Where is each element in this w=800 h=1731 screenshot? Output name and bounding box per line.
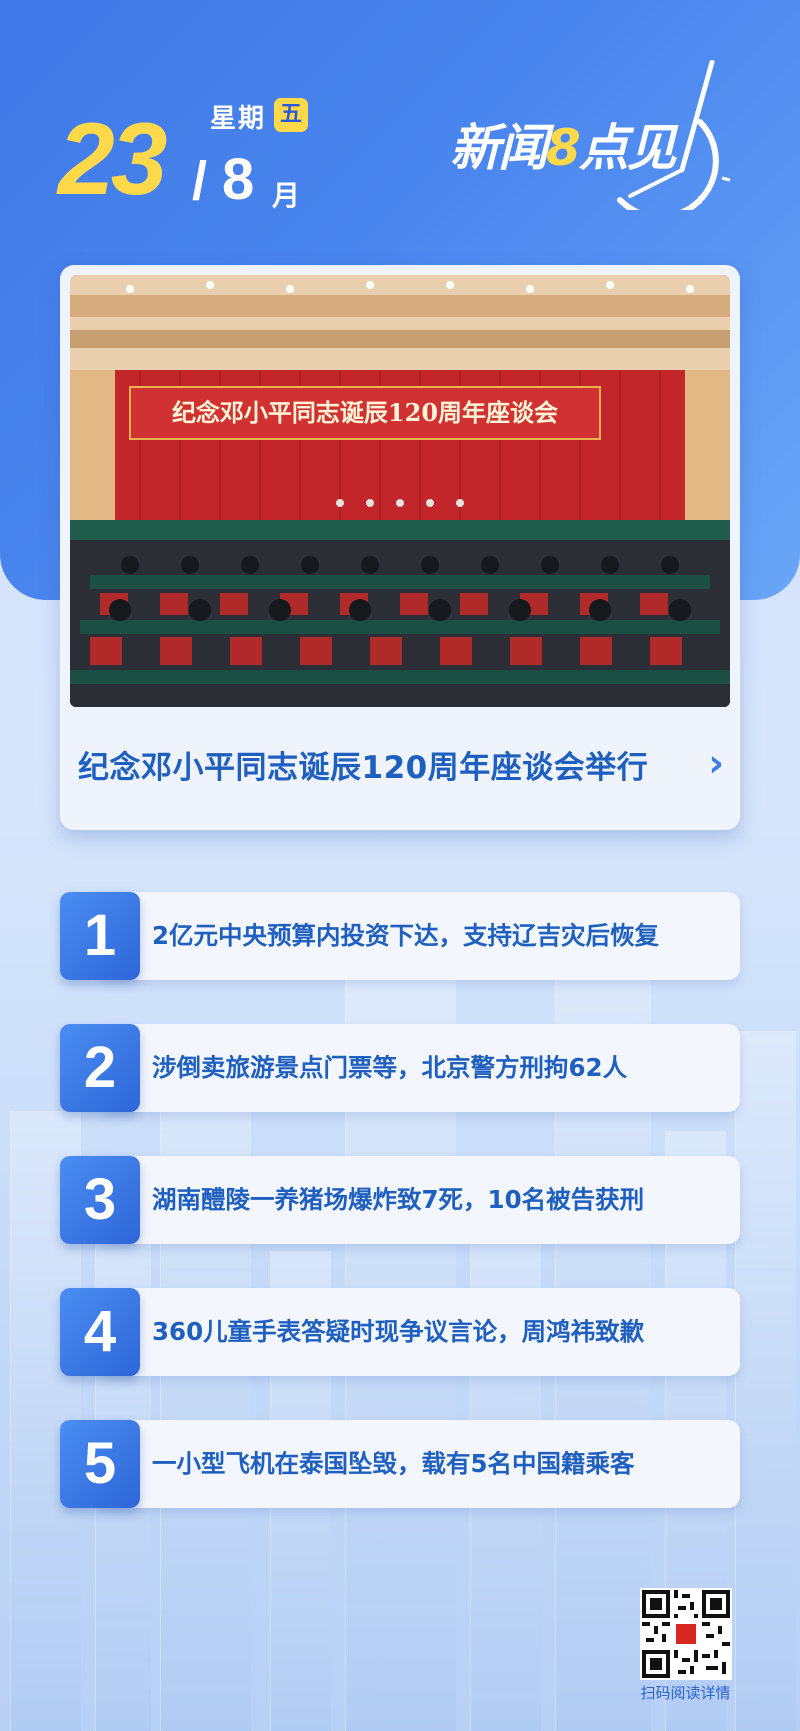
news-item-number: 5 [60, 1420, 140, 1508]
news-item-number: 4 [60, 1288, 140, 1376]
chevron-right-icon[interactable]: › [708, 741, 724, 785]
news-item[interactable]: 4 360儿童手表答疑时现争议言论，周鸿祎致歉 [60, 1288, 740, 1376]
news-item[interactable]: 2 涉倒卖旅游景点门票等，北京警方刑拘62人 [60, 1024, 740, 1112]
date-month-unit: 月 [272, 179, 301, 212]
news-item[interactable]: 1 2亿元中央预算内投资下达，支持辽吉灾后恢复 [60, 892, 740, 980]
news-item-number: 2 [60, 1024, 140, 1112]
news-item[interactable]: 5 一小型飞机在泰国坠毁，载有5名中国籍乘客 [60, 1420, 740, 1508]
news-item[interactable]: 3 湖南醴陵一养猪场爆炸致7死，10名被告获刑 [60, 1156, 740, 1244]
weekday-prefix: 星期 [210, 104, 267, 134]
news-item-text[interactable]: 一小型飞机在泰国坠毁，载有5名中国籍乘客 [152, 1420, 635, 1508]
logo-text: 新闻8点见 [450, 119, 677, 177]
date-day: 23 [58, 102, 167, 216]
news-item-number: 1 [60, 892, 140, 980]
news-item-text[interactable]: 360儿童手表答疑时现争议言论，周鸿祎致歉 [152, 1288, 644, 1376]
date-slash: / [192, 151, 208, 211]
news-item-number: 3 [60, 1156, 140, 1244]
weekday-badge: 五 [274, 98, 308, 132]
headline-title[interactable]: 纪念邓小平同志诞辰120周年座谈会举行 [78, 742, 738, 787]
news-item-text[interactable]: 湖南醴陵一养猪场爆炸致7死，10名被告获刑 [152, 1156, 644, 1244]
date-month: 8 [222, 147, 255, 212]
qr-label: 扫码阅读详情 [640, 1684, 731, 1702]
meeting-photo: 纪念邓小平同志诞辰120周年座谈会 [70, 275, 730, 707]
news-logo: 新闻8点见 [450, 60, 770, 210]
news-item-text[interactable]: 涉倒卖旅游景点门票等，北京警方刑拘62人 [152, 1024, 627, 1112]
meeting-banner-text: 纪念邓小平同志诞辰120周年座谈会 [171, 398, 559, 427]
qr-code-icon[interactable] [640, 1588, 732, 1680]
headline-card[interactable]: 纪念邓小平同志诞辰120周年座谈会 纪念邓小平同志诞辰120周年座谈会举行 › [60, 265, 740, 830]
news-item-text[interactable]: 2亿元中央预算内投资下达，支持辽吉灾后恢复 [152, 892, 659, 980]
